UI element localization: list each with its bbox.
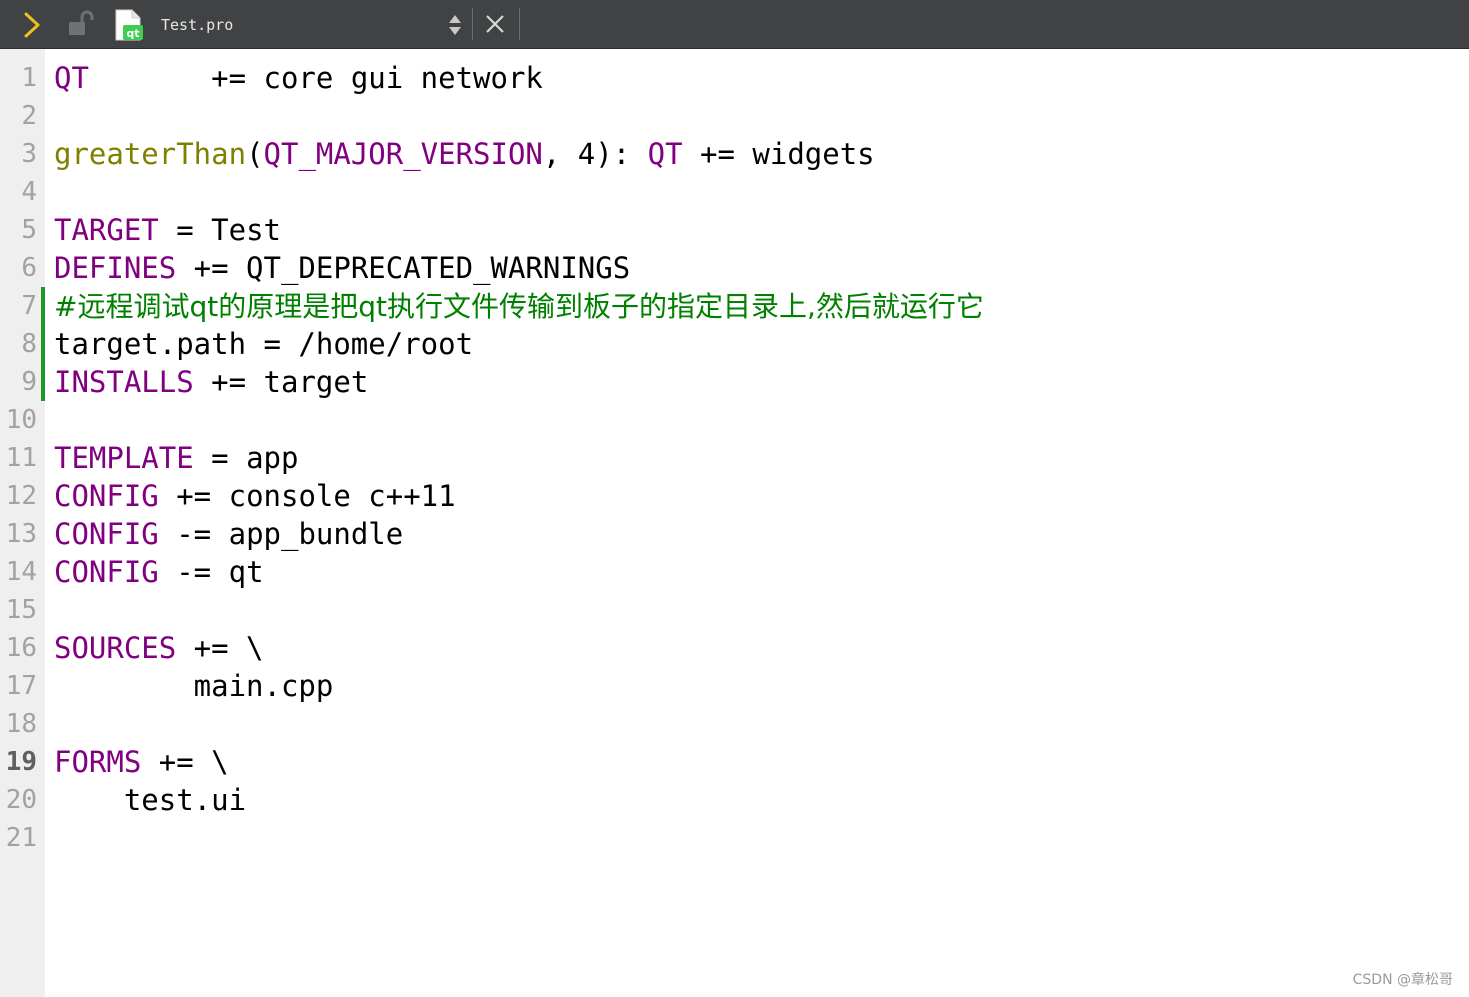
code-function: greaterThan <box>54 137 247 171</box>
line-number[interactable]: 2 <box>21 97 37 135</box>
code-text: += core gui network <box>88 61 543 95</box>
code-keyword: CONFIG <box>54 555 159 589</box>
code-text: target.path = /home/root <box>54 327 474 361</box>
qt-project-file-icon: qt <box>115 9 143 41</box>
code-comment: #远程调试qt的原理是把qt执行文件传输到板子的指定目录上,然后就运行它 <box>54 290 984 323</box>
code-keyword: SOURCES <box>54 631 177 665</box>
code-text: += \ <box>176 631 264 665</box>
code-line[interactable]: main.cpp <box>54 667 334 705</box>
lock-icon[interactable] <box>66 10 94 38</box>
line-number[interactable]: 3 <box>21 135 37 173</box>
line-number[interactable]: 19 <box>6 743 37 781</box>
code-text: test.ui <box>54 783 247 817</box>
code-line[interactable]: greaterThan(QT_MAJOR_VERSION, 4): QT += … <box>54 135 875 173</box>
code-text: += console c++11 <box>158 479 456 513</box>
code-text: ( <box>246 137 264 171</box>
code-line[interactable]: #远程调试qt的原理是把qt执行文件传输到板子的指定目录上,然后就运行它 <box>54 287 984 325</box>
line-number[interactable]: 10 <box>6 401 37 439</box>
code-text: -= qt <box>158 555 264 589</box>
code-text: += \ <box>141 745 229 779</box>
code-keyword: TEMPLATE <box>54 441 194 475</box>
code-line[interactable]: target.path = /home/root <box>54 325 473 363</box>
current-file-name[interactable]: Test.pro <box>161 15 233 35</box>
code-text: = Test <box>158 213 281 247</box>
line-number[interactable]: 12 <box>6 477 37 515</box>
line-number[interactable]: 15 <box>6 591 37 629</box>
line-number[interactable]: 6 <box>21 249 37 287</box>
line-number[interactable]: 21 <box>6 819 37 857</box>
code-line[interactable]: test.ui <box>54 781 246 819</box>
code-text: += QT_DEPRECATED_WARNINGS <box>176 251 631 285</box>
code-line[interactable]: QT += core gui network <box>54 59 543 97</box>
svg-text:qt: qt <box>126 27 139 40</box>
code-line[interactable]: INSTALLS += target <box>54 363 368 401</box>
code-text: += target <box>193 365 369 399</box>
line-number[interactable]: 9 <box>21 363 37 401</box>
code-keyword: QT <box>54 61 89 95</box>
line-number[interactable]: 1 <box>21 59 37 97</box>
line-number[interactable]: 4 <box>21 173 37 211</box>
code-keyword: TARGET <box>54 213 159 247</box>
line-number[interactable]: 11 <box>6 439 37 477</box>
close-icon[interactable] <box>484 13 506 35</box>
line-number[interactable]: 17 <box>6 667 37 705</box>
code-text: = app <box>193 441 299 475</box>
line-number[interactable]: 5 <box>21 211 37 249</box>
code-keyword: CONFIG <box>54 517 159 551</box>
line-number[interactable]: 20 <box>6 781 37 819</box>
line-number[interactable]: 8 <box>21 325 37 363</box>
code-line[interactable]: TEMPLATE = app <box>54 439 298 477</box>
watermark: CSDN @章松哥 <box>1352 972 1453 988</box>
code-editor[interactable]: QT += core gui network greaterThan(QT_MAJ… <box>45 49 1469 997</box>
toolbar-separator <box>472 8 473 40</box>
line-number-gutter[interactable]: 1 2 3 4 5 6 7 8 9 10 11 12 13 14 15 16 17 18 19 20 21 <box>0 49 45 997</box>
code-text: , 4): <box>542 137 648 171</box>
code-line[interactable]: CONFIG -= app_bundle <box>54 515 403 553</box>
code-line[interactable]: FORMS += \ <box>54 743 229 781</box>
code-keyword: INSTALLS <box>54 365 194 399</box>
line-number[interactable]: 16 <box>6 629 37 667</box>
code-line[interactable]: SOURCES += \ <box>54 629 264 667</box>
code-line[interactable]: TARGET = Test <box>54 211 281 249</box>
line-number[interactable]: 18 <box>6 705 37 743</box>
code-text: -= app_bundle <box>158 517 404 551</box>
code-keyword: DEFINES <box>54 251 177 285</box>
code-keyword: QT_MAJOR_VERSION <box>263 137 543 171</box>
code-keyword: CONFIG <box>54 479 159 513</box>
code-text: main.cpp <box>54 669 334 703</box>
line-number[interactable]: 13 <box>6 515 37 553</box>
code-keyword: FORMS <box>54 745 142 779</box>
code-line[interactable]: CONFIG -= qt <box>54 553 264 591</box>
toolbar-separator <box>519 8 520 40</box>
line-number[interactable]: 14 <box>6 553 37 591</box>
code-text: += widgets <box>682 137 875 171</box>
code-line[interactable]: CONFIG += console c++11 <box>54 477 456 515</box>
code-keyword: QT <box>647 137 683 171</box>
chevron-right-icon[interactable] <box>20 12 44 38</box>
up-down-arrows-icon[interactable] <box>446 12 464 38</box>
editor-toolbar: qt Test.pro <box>0 0 1469 49</box>
code-line[interactable]: DEFINES += QT_DEPRECATED_WARNINGS <box>54 249 630 287</box>
line-number[interactable]: 7 <box>21 287 37 325</box>
